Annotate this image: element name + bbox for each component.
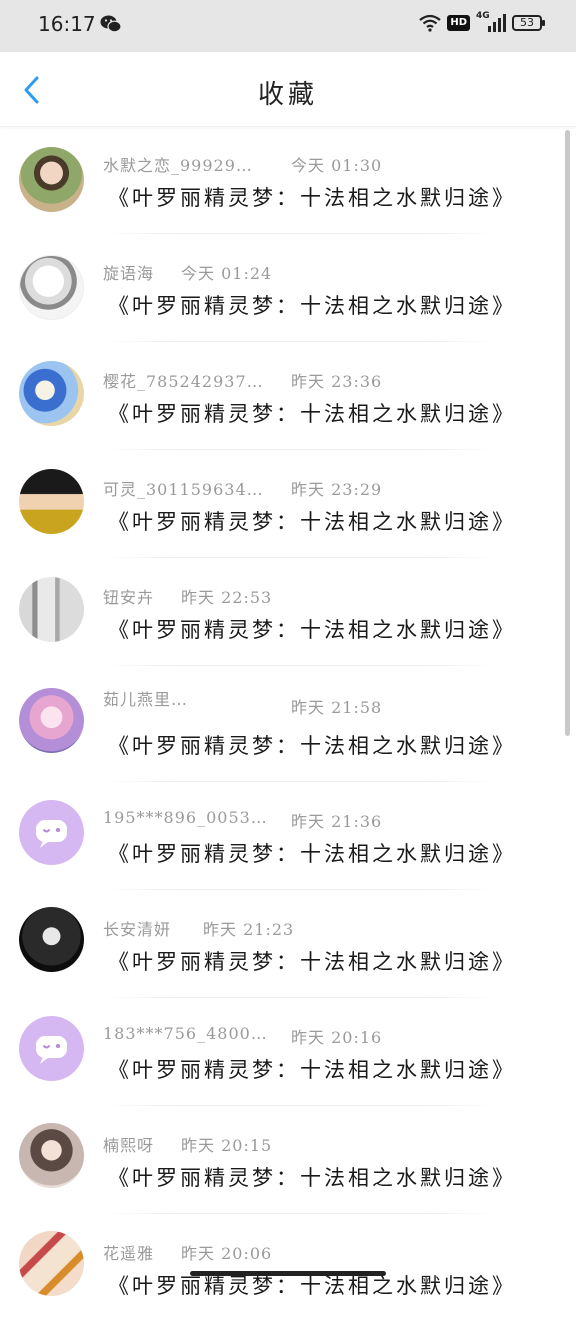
list-item[interactable]: 钮安卉 昨天 22:53 《叶罗丽精灵梦：十法相之水默归途》 <box>0 558 576 666</box>
timestamp: 昨天 22:53 <box>181 584 272 608</box>
avatar[interactable] <box>19 577 84 642</box>
list-item[interactable]: 樱花_785242937… 昨天 23:36 《叶罗丽精灵梦：十法相之水默归途》 <box>0 342 576 450</box>
list-item[interactable]: 可灵_301159634… 昨天 23:29 《叶罗丽精灵梦：十法相之水默归途》 <box>0 450 576 558</box>
user-name: 楠熙呀 <box>103 1136 154 1155</box>
timestamp: 昨天 23:29 <box>291 476 382 500</box>
avatar[interactable] <box>19 1123 84 1188</box>
avatar[interactable] <box>19 147 84 212</box>
timestamp: 今天 01:30 <box>291 152 382 176</box>
favorite-title: 《叶罗丽精灵梦：十法相之水默归途》 <box>108 398 516 428</box>
list-item[interactable]: 195***896_0053… 昨天 21:36 《叶罗丽精灵梦：十法相之水默归… <box>0 782 576 890</box>
avatar[interactable] <box>19 469 84 534</box>
timestamp: 昨天 20:06 <box>181 1240 272 1264</box>
signal-icon: 4G <box>476 14 506 32</box>
favorite-title: 《叶罗丽精灵梦：十法相之水默归途》 <box>108 1162 516 1192</box>
list-item[interactable]: 183***756_4800… 昨天 20:16 《叶罗丽精灵梦：十法相之水默归… <box>0 998 576 1106</box>
list-item[interactable]: 水默之恋_99929… 今天 01:30 《叶罗丽精灵梦：十法相之水默归途》 <box>0 126 576 234</box>
user-name: 旋语海 <box>103 264 154 283</box>
chat-bubble-icon <box>19 1016 84 1081</box>
list-item[interactable]: 花遥雅 昨天 20:06 《叶罗丽精灵梦：十法相之水默归途》 <box>0 1214 576 1322</box>
user-name: 可灵_301159634… <box>103 480 264 499</box>
user-name: 183***756_4800… <box>103 1024 268 1043</box>
user-name: 195***896_0053… <box>103 808 268 827</box>
favorite-title: 《叶罗丽精灵梦：十法相之水默归途》 <box>108 838 516 868</box>
status-bar: 16:17 HD 4G 53 <box>0 0 576 52</box>
network-type: 4G <box>476 11 490 21</box>
favorite-title: 《叶罗丽精灵梦：十法相之水默归途》 <box>108 1054 516 1084</box>
user-name: 钮安卉 <box>103 588 154 607</box>
timestamp: 今天 01:24 <box>181 260 272 284</box>
user-name: 茹儿燕里… <box>103 690 188 709</box>
timestamp: 昨天 20:15 <box>181 1132 272 1156</box>
user-name: 水默之恋_99929… <box>103 156 253 175</box>
avatar[interactable] <box>19 1231 84 1296</box>
avatar[interactable] <box>19 361 84 426</box>
timestamp: 昨天 21:58 <box>291 694 382 718</box>
avatar[interactable] <box>19 255 84 320</box>
avatar[interactable] <box>19 907 84 972</box>
status-indicators: HD 4G 53 <box>419 14 542 32</box>
user-name: 樱花_785242937… <box>103 372 264 391</box>
avatar[interactable] <box>19 688 84 753</box>
default-chat-avatar[interactable] <box>19 800 84 865</box>
chat-bubble-icon <box>19 800 84 865</box>
favorite-title: 《叶罗丽精灵梦：十法相之水默归途》 <box>108 182 516 212</box>
timestamp: 昨天 23:36 <box>291 368 382 392</box>
status-time: 16:17 <box>38 12 96 36</box>
page-title: 收藏 <box>0 74 576 111</box>
wechat-icon <box>100 14 122 34</box>
favorite-title: 《叶罗丽精灵梦：十法相之水默归途》 <box>108 946 516 976</box>
timestamp: 昨天 20:16 <box>291 1024 382 1048</box>
favorite-title: 《叶罗丽精灵梦：十法相之水默归途》 <box>108 290 516 320</box>
favorite-title: 《叶罗丽精灵梦：十法相之水默归途》 <box>108 506 516 536</box>
battery-icon: 53 <box>512 15 542 31</box>
wifi-icon <box>419 14 441 32</box>
timestamp: 昨天 21:36 <box>291 808 382 832</box>
list-item[interactable]: 长安清妍 昨天 21:23 《叶罗丽精灵梦：十法相之水默归途》 <box>0 890 576 998</box>
favorite-title: 《叶罗丽精灵梦：十法相之水默归途》 <box>108 730 516 760</box>
hd-badge: HD <box>447 15 470 31</box>
favorite-title: 《叶罗丽精灵梦：十法相之水默归途》 <box>108 614 516 644</box>
list-item[interactable]: 旋语海 今天 01:24 《叶罗丽精灵梦：十法相之水默归途》 <box>0 234 576 342</box>
home-indicator[interactable] <box>190 1271 386 1276</box>
list-item[interactable]: 茹儿燕里… 昨天 21:58 《叶罗丽精灵梦：十法相之水默归途》 <box>0 666 576 782</box>
list-item[interactable]: 楠熙呀 昨天 20:15 《叶罗丽精灵梦：十法相之水默归途》 <box>0 1106 576 1214</box>
scrollbar[interactable] <box>565 130 570 736</box>
header-bar: 收藏 <box>0 52 576 127</box>
timestamp: 昨天 21:23 <box>203 916 294 940</box>
user-name: 花遥雅 <box>103 1244 154 1263</box>
default-chat-avatar[interactable] <box>19 1016 84 1081</box>
user-name: 长安清妍 <box>103 920 171 939</box>
